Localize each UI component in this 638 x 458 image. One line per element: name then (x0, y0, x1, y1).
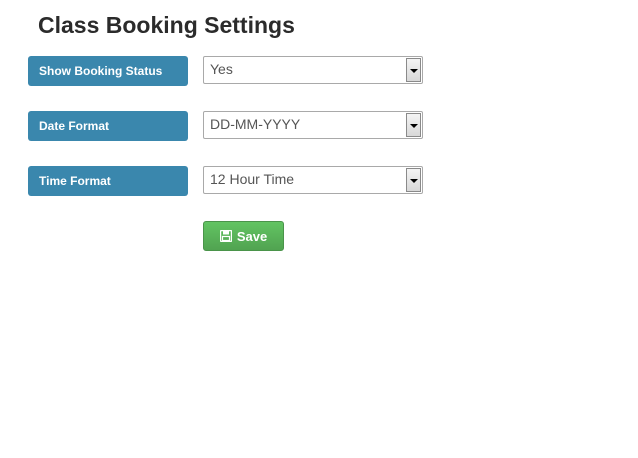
date-format-select[interactable]: DD-MM-YYYY (203, 111, 423, 139)
save-button-label: Save (236, 228, 268, 244)
select-value: 12 Hour Time (210, 171, 295, 187)
chevron-down-icon[interactable] (406, 58, 421, 82)
show-booking-status-select[interactable]: Yes (203, 56, 423, 84)
setting-row-date-format: Date Format DD-MM-YYYY (28, 111, 428, 141)
select-value: DD-MM-YYYY (210, 116, 301, 132)
time-format-select[interactable]: 12 Hour Time (203, 166, 423, 194)
floppy-disk-icon (219, 230, 232, 242)
setting-row-time-format: Time Format 12 Hour Time (28, 166, 428, 196)
chevron-down-icon[interactable] (406, 168, 421, 192)
setting-row-show-booking-status: Show Booking Status Yes (28, 56, 428, 86)
chevron-down-icon[interactable] (406, 113, 421, 137)
setting-label-date-format: Date Format (28, 111, 188, 141)
setting-label-show-booking-status: Show Booking Status (28, 56, 188, 86)
setting-label-time-format: Time Format (28, 166, 188, 196)
save-button[interactable]: Save (203, 221, 284, 251)
page-title: Class Booking Settings (38, 12, 295, 38)
select-value: Yes (210, 61, 233, 77)
